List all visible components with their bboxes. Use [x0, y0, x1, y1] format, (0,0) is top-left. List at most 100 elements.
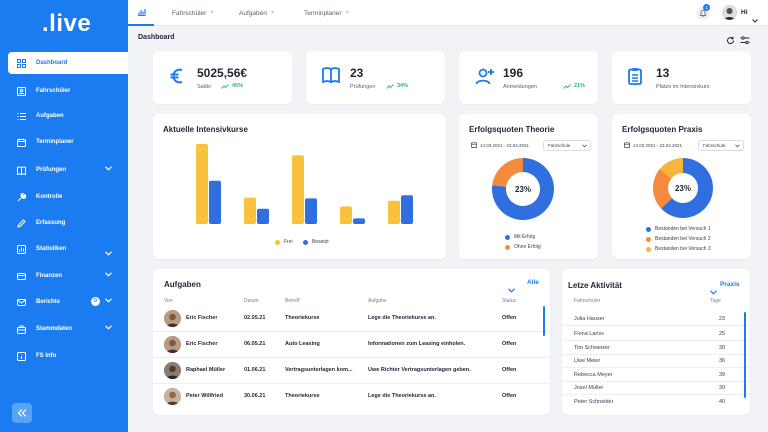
- avatar: [164, 336, 181, 353]
- tab-fahrschueler[interactable]: Fahrschüler ×: [172, 0, 214, 26]
- list-item[interactable]: Fiona Lariss 25: [562, 328, 750, 341]
- close-icon[interactable]: ×: [346, 10, 350, 16]
- column-header[interactable]: Von: [164, 298, 173, 304]
- sidebar-item-dashboard[interactable]: Dashboard: [8, 52, 128, 74]
- sidebar-item-kontrolle[interactable]: Kontrolle: [8, 185, 128, 209]
- column-header[interactable]: Tage: [710, 298, 721, 304]
- intensivkurse-bar-chart: [196, 144, 413, 224]
- bar-besetzt-5: [401, 195, 413, 224]
- stat-value: 5025,56€: [197, 66, 248, 80]
- sidebar-item-berichte[interactable]: Berichte 0: [8, 290, 128, 314]
- chevron-down-icon[interactable]: [105, 272, 112, 279]
- chart-icon: [16, 244, 26, 254]
- tasks-filter-all[interactable]: Alle: [527, 279, 539, 286]
- list-icon: [16, 111, 26, 121]
- book-open-icon: [322, 67, 340, 88]
- task-date: 02.05.21: [244, 315, 266, 321]
- sidebar-item-label: Finanzen: [36, 273, 63, 279]
- column-header[interactable]: Fahrschüler: [574, 298, 600, 304]
- close-icon[interactable]: ×: [210, 10, 214, 16]
- user-avatar[interactable]: [722, 5, 737, 20]
- table-row[interactable]: Raphael Müller 01.06.21 Vertragsunterlag…: [152, 358, 550, 384]
- legend-dot: [303, 239, 308, 245]
- task-date: 30.06.21: [244, 393, 266, 399]
- dashboard-icon: [16, 58, 26, 68]
- bar-besetzt-1: [209, 180, 221, 224]
- task-status: Offen: [502, 315, 517, 321]
- chevron-down-icon[interactable]: [752, 10, 758, 28]
- bar-besetzt-4: [353, 218, 365, 224]
- task-author: Eric Fischer: [186, 315, 218, 321]
- table-row[interactable]: Peter Willfried 30.06.21 Theoriekurse Le…: [152, 384, 550, 410]
- list-item[interactable]: Tim Schweizer 30: [562, 342, 750, 355]
- tab-label: Aufgaben: [239, 9, 267, 17]
- sidebar-item-pruefungen[interactable]: Prüfungen: [8, 158, 128, 182]
- list-item[interactable]: Julia Hauser 23: [562, 313, 750, 326]
- stat-label: Anmeldungen: [503, 84, 537, 90]
- task-text: Lege die Theoriekurse an.: [368, 315, 436, 321]
- sidebar-item-terminplaner[interactable]: Terminplaner: [8, 130, 128, 154]
- avatar: [164, 310, 181, 327]
- sidebar-item-fahrschueler[interactable]: Fahrschüler: [8, 79, 128, 103]
- column-header[interactable]: Datum: [244, 298, 259, 304]
- student-name: Julia Hauser: [574, 316, 605, 322]
- activity-filter-praxis[interactable]: Praxis: [720, 281, 740, 288]
- legend-dot: [505, 234, 510, 240]
- bar-besetzt-2: [257, 208, 269, 224]
- activity-scrollbar[interactable]: [744, 312, 746, 398]
- list-item[interactable]: Uwe Meier 36: [562, 355, 750, 368]
- sidebar-item-statistiken[interactable]: Statistiken: [8, 237, 128, 261]
- filter-settings-icon[interactable]: [740, 32, 750, 50]
- list-item[interactable]: Peter Schneider 40: [562, 396, 750, 409]
- tab-terminplaner[interactable]: Terminplaner ×: [304, 0, 349, 26]
- days-value: 23: [718, 316, 726, 322]
- legend-ohne-erfolg: Ohne Erfolg: [505, 244, 541, 250]
- tab-statistics[interactable]: [128, 0, 154, 26]
- topbar: Fahrschüler × Aufgaben × Terminplaner × …: [128, 0, 768, 26]
- table-row[interactable]: Eric Fischer 02.05.21 Theoriekurse Lege …: [152, 306, 550, 332]
- column-header[interactable]: Aufgabe: [368, 298, 387, 304]
- sidebar-item-label: Dashboard: [36, 60, 68, 66]
- task-subject: Theoriekurse: [285, 393, 320, 399]
- tasks-scrollbar[interactable]: [543, 306, 545, 336]
- column-header[interactable]: Betreff: [285, 298, 300, 304]
- activity-title: Letze Aktivität: [568, 281, 622, 290]
- chevron-down-icon[interactable]: [105, 166, 112, 173]
- legend-besetzt: Besetzt: [303, 239, 329, 245]
- close-icon[interactable]: ×: [271, 10, 275, 16]
- legend-frei: Frei: [275, 239, 293, 245]
- list-item[interactable]: Rebecca Meyer 39: [562, 369, 750, 382]
- stat-label: Saldo: [197, 84, 212, 90]
- legend-label: Bestanden bei Versuch 3: [655, 246, 711, 252]
- theorie-card: Erfolgsquoten Theorie 14.03.2021 - 23.04…: [459, 114, 598, 259]
- sidebar-item-aufgaben[interactable]: Aufgaben: [8, 104, 128, 128]
- sidebar-item-label: Berichte: [36, 299, 61, 305]
- tasks-title: Aufgaben: [164, 280, 201, 289]
- table-row[interactable]: Eric Fischer 06.05.21 Auto Leasing Infor…: [152, 332, 550, 358]
- notifications-button[interactable]: 1: [696, 4, 710, 20]
- collapse-sidebar-button[interactable]: [12, 403, 32, 423]
- tab-aufgaben[interactable]: Aufgaben ×: [239, 0, 274, 26]
- days-value: 36: [718, 358, 726, 364]
- sidebar-item-stammdaten[interactable]: Stammdaten: [8, 317, 128, 341]
- chevron-down-icon[interactable]: [105, 251, 112, 258]
- sidebar-item-label: Statistiken: [36, 246, 67, 252]
- sidebar-item-fs-info[interactable]: FS Info: [8, 344, 128, 368]
- sidebar-item-label: Stammdaten: [36, 326, 73, 332]
- legend-dot: [275, 239, 280, 245]
- donut-center-label: 23%: [675, 184, 691, 193]
- refresh-icon[interactable]: [726, 32, 735, 50]
- chevron-down-icon[interactable]: [105, 325, 112, 332]
- stat-label: Plätze im Intensivkurs: [656, 84, 710, 90]
- column-header[interactable]: Status: [502, 298, 516, 304]
- student-name: Fiona Lariss: [574, 331, 604, 337]
- contact-icon: [16, 86, 26, 96]
- sidebar-item-finanzen[interactable]: Finanzen: [8, 264, 128, 288]
- sidebar-item-erfassung[interactable]: Erfassung: [8, 211, 128, 235]
- avatar: [164, 388, 181, 405]
- list-item[interactable]: Josel Müller 39: [562, 382, 750, 395]
- sidebar-item-label: Kontrolle: [36, 194, 63, 200]
- chevron-down-icon[interactable]: [105, 298, 112, 305]
- sidebar-item-label: Aufgaben: [36, 113, 64, 119]
- chevron-down-icon[interactable]: [508, 280, 515, 298]
